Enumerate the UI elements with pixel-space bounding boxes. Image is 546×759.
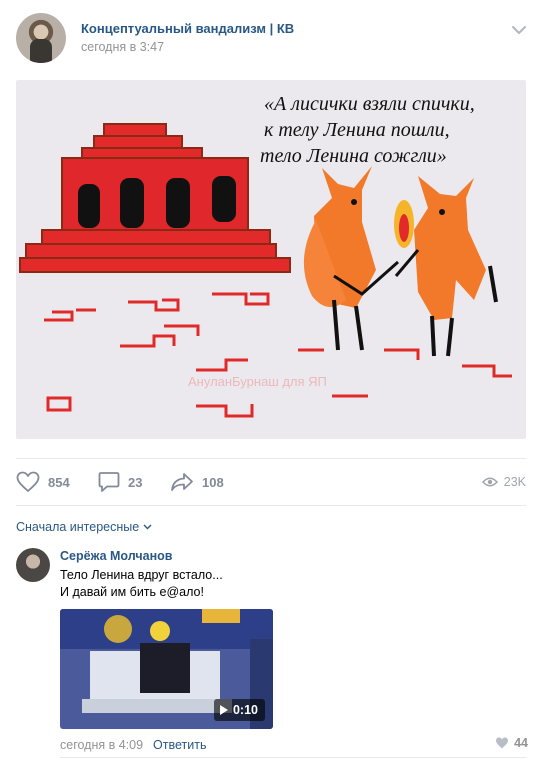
share-count: 108 <box>202 474 224 490</box>
comment-text: Тело Ленина вдруг встало... И давай им б… <box>60 567 223 601</box>
reply-link[interactable]: Ответить <box>153 738 206 752</box>
comment-icon <box>98 472 120 492</box>
comment-count: 23 <box>128 474 143 490</box>
video-duration-badge: 0:10 <box>213 699 265 721</box>
post-image[interactable]: «А лисички взяли спички, к телу Ленина п… <box>16 80 526 439</box>
comment-text-line: И давай им бить е@ало! <box>60 585 204 599</box>
share-arrow-icon <box>171 473 193 491</box>
chevron-down-icon <box>143 524 152 530</box>
share-button[interactable]: 108 <box>170 470 224 494</box>
comment-author-link[interactable]: Серёжа Молчанов <box>60 549 172 563</box>
heart-icon <box>16 471 40 493</box>
post-actions: 854 23 108 23K <box>16 470 526 494</box>
comment-meta: сегодня в 4:09 Ответить <box>60 738 206 752</box>
like-count: 854 <box>48 474 70 490</box>
comment-like-count: 44 <box>514 736 528 750</box>
commenter-avatar[interactable] <box>16 548 50 582</box>
group-avatar[interactable] <box>16 13 66 63</box>
post-drawing: «А лисички взяли спички, к телу Ленина п… <box>16 80 526 439</box>
play-icon <box>219 705 228 715</box>
post-time[interactable]: сегодня в 3:47 <box>81 40 164 54</box>
chevron-down-icon[interactable] <box>512 25 526 35</box>
divider <box>60 757 526 758</box>
comment-text-line: Тело Ленина вдруг встало... <box>60 568 223 582</box>
divider <box>16 505 526 506</box>
views-counter: 23K <box>481 470 526 494</box>
heart-icon <box>496 737 509 749</box>
caption-line-3: тело Ленина сожгли» <box>260 145 447 167</box>
comment-button[interactable]: 23 <box>98 470 142 494</box>
sort-label: Сначала интересные <box>16 520 140 534</box>
group-name-link[interactable]: Концептуальный вандализм | КВ <box>81 21 294 36</box>
comment-like-button[interactable]: 44 <box>495 736 528 750</box>
video-duration: 0:10 <box>232 703 258 717</box>
divider <box>16 458 526 459</box>
caption-line-1: «А лисички взяли спички, <box>264 93 475 115</box>
video-attachment[interactable]: 0:10 <box>60 609 273 729</box>
caption-line-2: к телу Ленина пошли, <box>264 119 450 141</box>
views-count: 23K <box>503 475 526 489</box>
comments-sort-dropdown[interactable]: Сначала интересные <box>16 520 152 534</box>
post-header: Концептуальный вандализм | КВ сегодня в … <box>16 13 530 63</box>
watermark-text: АнуланБурнаш для ЯП <box>188 374 327 389</box>
like-button[interactable]: 854 <box>16 470 70 494</box>
comment-time[interactable]: сегодня в 4:09 <box>60 738 143 752</box>
eye-icon <box>481 477 498 487</box>
